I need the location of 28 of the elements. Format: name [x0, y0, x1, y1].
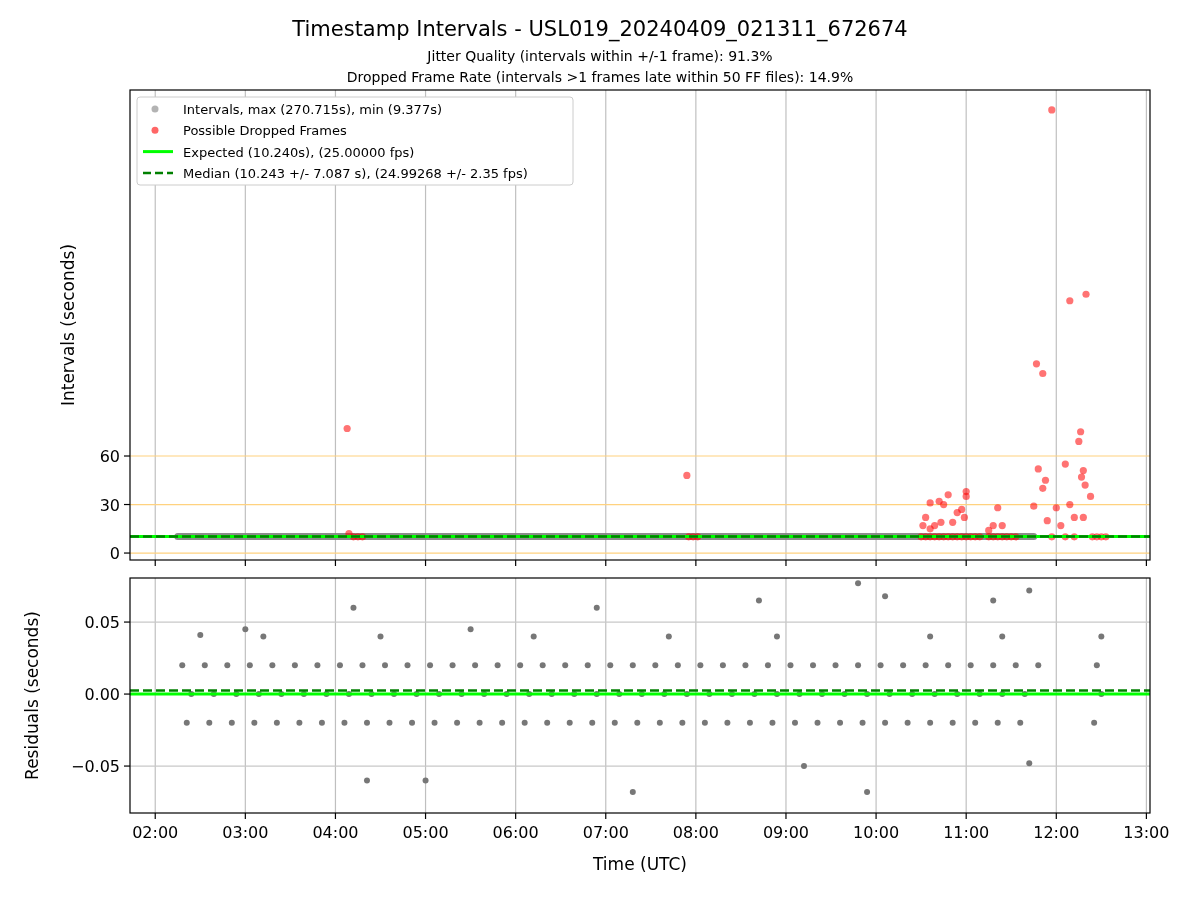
- axis-tick-label: 02:00: [132, 823, 179, 842]
- axis-tick-label: 0.05: [84, 613, 120, 633]
- axis-tick-label: 30: [99, 495, 120, 515]
- axis-tick-label: 12:00: [1033, 823, 1080, 842]
- axis-title: Residuals (seconds): [22, 611, 42, 780]
- axis-tick-label: 06:00: [492, 823, 539, 842]
- axis-tick-label: 11:00: [943, 823, 990, 842]
- axis-tick-label: 08:00: [672, 823, 719, 842]
- axis-tick-label: 0: [109, 544, 120, 564]
- axis-tick-label: −0.05: [70, 757, 120, 777]
- legend-label: Expected (10.240s), (25.00000 fps): [183, 144, 415, 160]
- axis-tick-label: 0.00: [84, 685, 120, 705]
- axis-tick-label: 03:00: [222, 823, 269, 842]
- axis-tick-label: 13:00: [1123, 823, 1170, 842]
- axis-tick-label: 10:00: [853, 823, 900, 842]
- axis-tick-label: 04:00: [312, 823, 359, 842]
- chart-title: Timestamp Intervals - USL019_20240409_021311_672674: [292, 16, 908, 42]
- chart-subtitle: Jitter Quality (intervals within +/-1 frame): 91.3%: [427, 47, 773, 66]
- legend-label: Possible Dropped Frames: [183, 123, 347, 139]
- axis-tick-label: 60: [99, 447, 120, 466]
- legend-label: Median (10.243 +/- 7.087 s), (24.99268 +/- 2.35 fps): [183, 165, 528, 181]
- chart-subtitle: Dropped Frame Rate (intervals >1 frames late within 50 FF files): 14.9%: [346, 68, 854, 87]
- axis-tick-label: 07:00: [582, 823, 629, 842]
- axis-title: Intervals (seconds): [58, 243, 78, 407]
- legend-label: Intervals, max (270.715s), min (9.377s): [183, 102, 442, 117]
- axis-tick-label: 05:00: [402, 823, 449, 842]
- axis-tick-label: 09:00: [762, 823, 810, 842]
- axis-title: Time (UTC): [593, 854, 687, 874]
